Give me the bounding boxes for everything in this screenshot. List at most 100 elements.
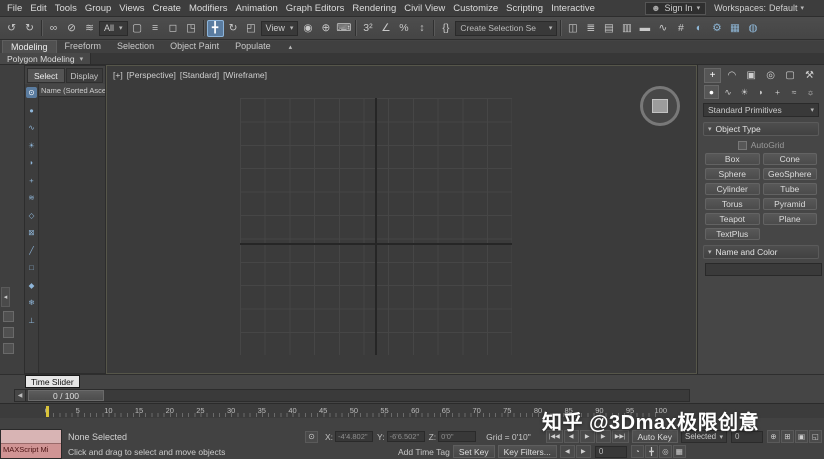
menu-item[interactable]: File (3, 3, 26, 14)
select-and-scale-icon[interactable]: ◰ (243, 20, 260, 37)
primitive-button[interactable]: Cylinder (705, 183, 760, 195)
display-helpers-icon[interactable]: + (26, 175, 37, 186)
menu-item[interactable]: Rendering (348, 3, 400, 14)
display-bones-icon[interactable]: ╱ (26, 245, 37, 256)
menu-item[interactable]: Customize (449, 3, 502, 14)
next-key-button[interactable]: ▶ (576, 445, 591, 458)
viewport-layout-tab-icon[interactable] (3, 327, 14, 338)
space-warps-category[interactable]: ≈ (787, 85, 802, 99)
set-key-button[interactable]: Set Key (453, 445, 495, 458)
select-and-move-icon[interactable]: ╋ (207, 20, 224, 37)
select-by-name-icon[interactable]: ≡ (147, 20, 164, 37)
menu-item[interactable]: Interactive (547, 3, 599, 14)
create-tab[interactable]: + (704, 68, 721, 83)
primitive-button[interactable]: Plane (763, 213, 818, 225)
viewport-renderer-menu[interactable]: [Standard] (180, 70, 219, 80)
display-tab[interactable]: ▢ (782, 68, 799, 83)
utilities-tab[interactable]: ⚒ (801, 68, 818, 83)
zoom-icon[interactable]: ⊕ (767, 430, 780, 443)
select-and-manipulate-icon[interactable]: ⊕ (317, 20, 334, 37)
current-frame-marker[interactable] (46, 406, 49, 417)
display-space-warps-icon[interactable]: ≋ (26, 192, 37, 203)
lock-explorer-icon[interactable]: ⊙ (26, 87, 37, 98)
viewport-layout-tab-icon[interactable] (3, 311, 14, 322)
snaps-toggle-icon[interactable]: 3² (359, 20, 376, 37)
viewport-pov-menu[interactable]: [Perspective] (127, 70, 176, 80)
systems-category[interactable]: ☼ (803, 85, 818, 99)
motion-tab[interactable]: ◎ (762, 68, 779, 83)
scene-explorer-list[interactable] (39, 97, 105, 373)
display-materials-icon[interactable]: ◆ (26, 280, 37, 291)
zoom-all-icon[interactable]: ⊞ (781, 430, 794, 443)
name-column-header[interactable]: Name (Sorted Asce (39, 84, 105, 97)
display-xrefs-icon[interactable]: ⊠ (26, 227, 37, 238)
helpers-category[interactable]: + (770, 85, 785, 99)
viewcube[interactable] (640, 86, 680, 126)
menu-item[interactable]: Animation (232, 3, 282, 14)
y-coordinate-field[interactable]: -6'6.502" (387, 431, 425, 442)
select-and-rotate-icon[interactable]: ↻ (225, 20, 242, 37)
menu-item[interactable]: Civil View (400, 3, 449, 14)
named-selection-sets-combo[interactable]: Create Selection Se ▾ (455, 21, 557, 36)
select-object-icon[interactable]: ▢ (129, 20, 146, 37)
angle-snap-icon[interactable]: ∠ (377, 20, 394, 37)
cameras-category[interactable]: ◗ (754, 85, 769, 99)
lights-category[interactable]: ☀ (737, 85, 752, 99)
explorer-tab[interactable]: Select (27, 68, 65, 83)
primitive-button[interactable]: Torus (705, 198, 760, 210)
panel-collapse-arrow[interactable]: ◂ (1, 287, 10, 307)
undo-icon[interactable]: ↺ (3, 20, 20, 37)
key-step-field[interactable]: 0 (595, 446, 627, 458)
toggle-scene-explorer-icon[interactable]: ▤ (600, 20, 617, 37)
toggle-layer-explorer-icon[interactable]: ▥ (618, 20, 635, 37)
keyboard-shortcut-override-icon[interactable]: ⌨ (335, 20, 352, 37)
viewport-general-menu[interactable]: [+] (113, 70, 123, 80)
selection-filter-dropdown[interactable]: All ▾ (99, 21, 128, 36)
rendered-frame-window-icon[interactable]: ▦ (726, 20, 743, 37)
field-of-view-icon[interactable]: ◔ (631, 445, 644, 458)
schematic-view-icon[interactable]: # (672, 20, 689, 37)
menu-item[interactable]: Views (115, 3, 148, 14)
viewport-shading-menu[interactable]: [Wireframe] (223, 70, 267, 80)
listener-pane[interactable]: MAXScript Mi (1, 444, 61, 458)
render-setup-icon[interactable]: ⚙ (708, 20, 725, 37)
primitive-button[interactable]: Box (705, 153, 760, 165)
primitives-dropdown[interactable]: Standard Primitives ▾ (703, 103, 819, 117)
unlink-selection-icon[interactable]: ⊘ (63, 20, 80, 37)
bind-to-space-warp-icon[interactable]: ≋ (81, 20, 98, 37)
window-crossing-toggle-icon[interactable]: ◳ (183, 20, 200, 37)
modify-tab[interactable]: ◠ (723, 68, 740, 83)
rectangular-selection-region-icon[interactable]: ◻ (165, 20, 182, 37)
pan-icon[interactable]: ╋ (645, 445, 658, 458)
autogrid-checkbox[interactable] (738, 141, 747, 150)
reference-coordinate-dropdown[interactable]: View ▾ (261, 21, 299, 36)
menu-item[interactable]: Modifiers (185, 3, 232, 14)
material-editor-icon[interactable]: ◐ (690, 20, 707, 37)
orbit-icon[interactable]: ◎ (659, 445, 672, 458)
pin-explorer-icon[interactable]: ⊥ (26, 315, 37, 326)
menu-item[interactable]: Graph Editors (282, 3, 349, 14)
primitive-button[interactable]: Tube (763, 183, 818, 195)
maximize-viewport-toggle-icon[interactable]: ▦ (673, 445, 686, 458)
macro-recorder-pane[interactable] (1, 430, 61, 444)
display-groups-icon[interactable]: ◇ (26, 210, 37, 221)
menu-item[interactable]: Tools (51, 3, 81, 14)
maxscript-mini-listener[interactable]: MAXScript Mi (0, 429, 62, 459)
render-production-icon[interactable]: ◍ (744, 20, 761, 37)
ribbon-tab[interactable]: Object Paint (162, 40, 227, 53)
ribbon-tab[interactable]: Selection (109, 40, 162, 53)
shapes-category[interactable]: ∿ (721, 85, 736, 99)
primitive-button[interactable]: TextPlus (705, 228, 760, 240)
primitive-button[interactable]: Sphere (705, 168, 760, 180)
primitive-button[interactable]: Teapot (705, 213, 760, 225)
object-name-input[interactable] (705, 263, 822, 276)
geometry-category[interactable]: ● (704, 85, 719, 99)
curve-editor-icon[interactable]: ∿ (654, 20, 671, 37)
align-icon[interactable]: ≣ (582, 20, 599, 37)
percent-snap-icon[interactable]: % (395, 20, 412, 37)
mirror-icon[interactable]: ◫ (564, 20, 581, 37)
menu-item[interactable]: Create (148, 3, 185, 14)
object-type-rollout-header[interactable]: ▾ Object Type (703, 122, 819, 136)
edit-named-selection-sets-icon[interactable]: {} (437, 20, 454, 37)
display-geometry-icon[interactable]: ● (26, 105, 37, 116)
